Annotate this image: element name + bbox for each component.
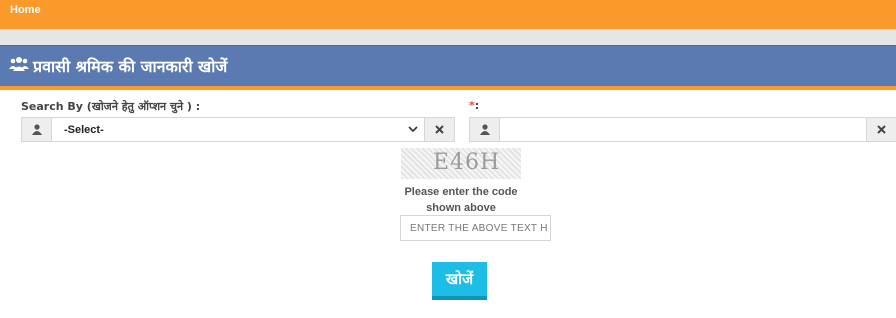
- captcha-hint-line1: Please enter the code: [404, 186, 518, 198]
- user-icon: [470, 118, 500, 141]
- captcha-input[interactable]: ENTER THE ABOVE TEXT H: [400, 215, 551, 241]
- users-icon: [9, 56, 29, 76]
- search-value-group: [469, 117, 896, 142]
- clear-input-button[interactable]: [866, 118, 896, 141]
- search-value-label: *:: [469, 99, 479, 112]
- captcha-text: E46H: [433, 150, 501, 175]
- search-by-select[interactable]: -Select-: [52, 118, 424, 141]
- page-title-group: प्रवासी श्रमिक की जानकारी खोजें: [9, 55, 227, 77]
- top-nav-bar: Home: [0, 0, 896, 29]
- home-link[interactable]: Home: [10, 4, 41, 16]
- search-by-select-group: -Select-: [21, 117, 455, 142]
- search-button[interactable]: खोजें: [432, 262, 487, 300]
- page-header: प्रवासी श्रमिक की जानकारी खोजें: [0, 45, 896, 86]
- search-by-label: Search By (खोजने हेतु ऑप्शन चुने ) :: [21, 100, 201, 113]
- clear-select-button[interactable]: [424, 118, 454, 141]
- close-icon: [877, 121, 886, 139]
- captcha-hint-line2: shown above: [426, 202, 496, 214]
- captcha-hint: Please enter the code shown above: [400, 184, 522, 216]
- search-by-selected-value: -Select-: [64, 123, 104, 136]
- user-icon: [22, 118, 52, 141]
- header-underline: [0, 86, 896, 90]
- search-value-label-suffix: :: [474, 99, 480, 112]
- search-value-input[interactable]: [500, 118, 866, 141]
- chevron-down-icon: [408, 124, 418, 136]
- grey-strip: [0, 29, 896, 45]
- close-icon: [435, 121, 444, 139]
- captcha-image: E46H: [401, 148, 521, 179]
- page-title: प्रवासी श्रमिक की जानकारी खोजें: [33, 57, 228, 76]
